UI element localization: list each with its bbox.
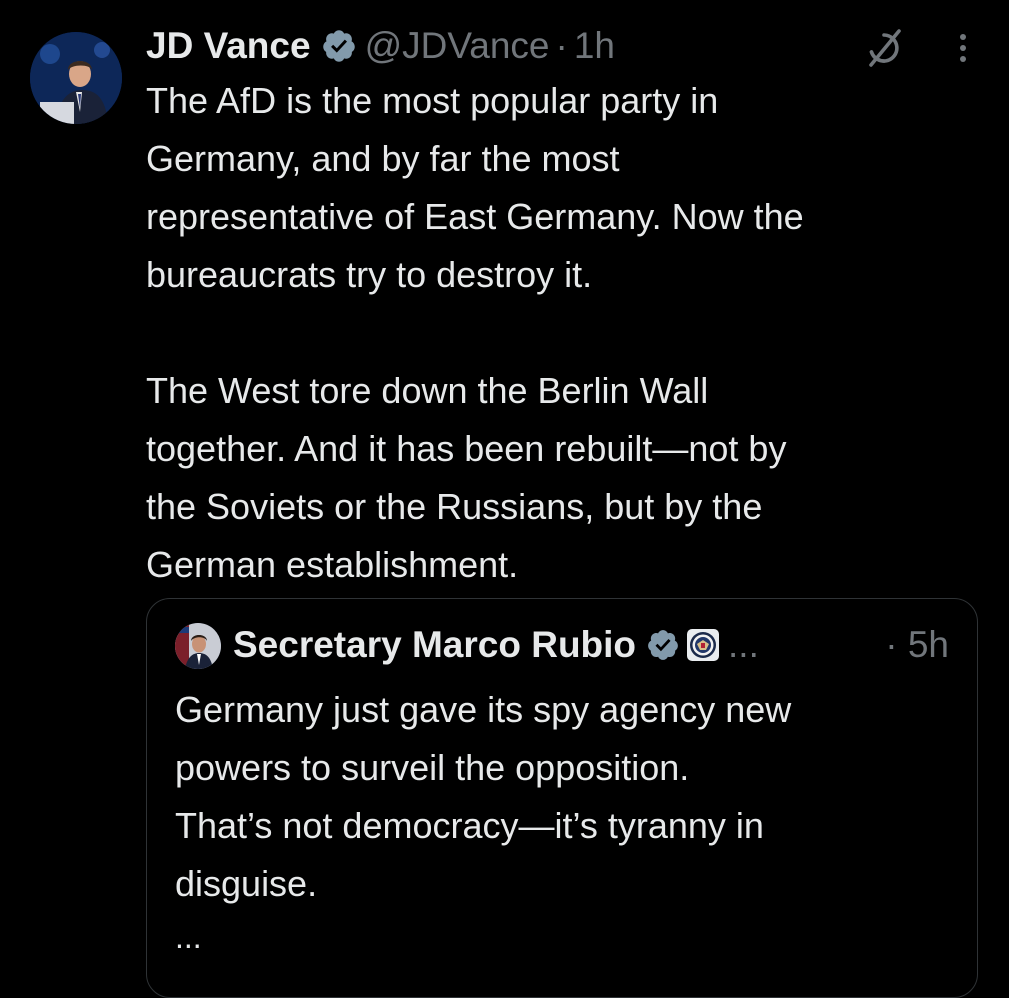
quoted-author-name[interactable]: Secretary Marco Rubio bbox=[233, 621, 636, 669]
more-options-icon[interactable] bbox=[948, 30, 978, 66]
author-name[interactable]: JD Vance bbox=[146, 22, 311, 70]
quoted-tweet-timestamp: 5h bbox=[907, 624, 949, 665]
verified-badge-icon bbox=[322, 30, 355, 62]
quoted-header-separator: · bbox=[885, 624, 898, 665]
tweet-paragraph: The West tore down the Berlin Wall toget… bbox=[146, 370, 787, 585]
quoted-name-overflow: ... bbox=[728, 624, 759, 665]
quoted-tweet-header: Secretary Marco Rubio ... bbox=[233, 621, 759, 669]
quoted-author-avatar[interactable] bbox=[175, 623, 221, 669]
author-handle[interactable]: @JDVance bbox=[365, 22, 550, 70]
tweet-timestamp[interactable]: 1h bbox=[574, 22, 615, 70]
avatar-photo-icon bbox=[30, 32, 122, 124]
verified-badge-icon bbox=[648, 630, 678, 660]
tweet-header: JD Vance @JDVance · 1h bbox=[146, 22, 615, 70]
quoted-tweet[interactable]: Secretary Marco Rubio ... · 5h Germany j… bbox=[146, 598, 978, 998]
author-avatar[interactable] bbox=[30, 32, 122, 124]
avatar-photo-icon bbox=[175, 623, 221, 669]
tweet-text: The AfD is the most popular party in Ger… bbox=[146, 72, 976, 594]
state-department-seal-icon bbox=[687, 629, 720, 661]
quoted-tweet-paragraph: Germany just gave its spy agency new pow… bbox=[175, 689, 792, 904]
tweet[interactable]: JD Vance @JDVance · 1h The AfD is the mo… bbox=[0, 0, 1009, 998]
quoted-tweet-text: Germany just gave its spy agency new pow… bbox=[175, 681, 955, 913]
header-separator: · bbox=[555, 25, 568, 66]
quoted-tweet-show-more[interactable]: ... bbox=[175, 917, 202, 957]
grok-icon[interactable] bbox=[862, 26, 906, 70]
quoted-tweet-time[interactable]: · 5h bbox=[885, 621, 949, 669]
tweet-paragraph: The AfD is the most popular party in Ger… bbox=[146, 80, 804, 295]
